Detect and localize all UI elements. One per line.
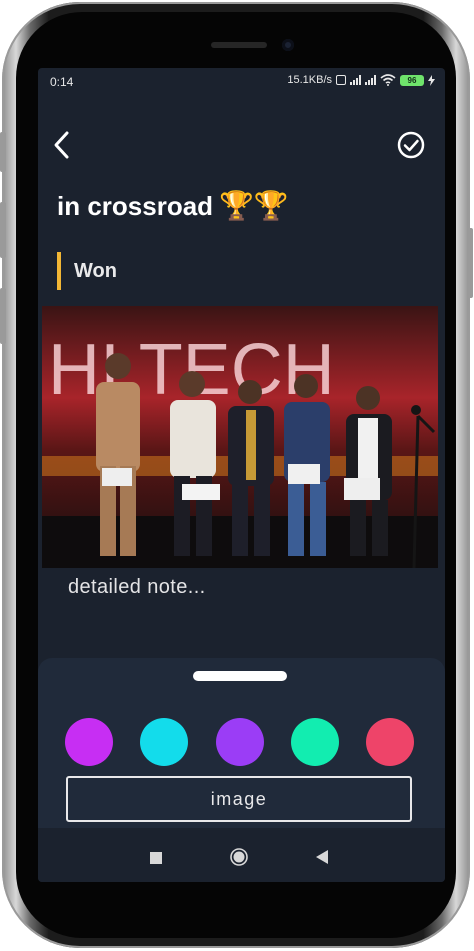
volume-up-button <box>0 132 6 172</box>
color-swatch-green[interactable] <box>291 718 339 766</box>
circle-icon <box>230 848 248 866</box>
award-ceremony-photo: HI TECH <box>42 306 438 568</box>
front-camera <box>282 39 294 51</box>
back-nav-button[interactable] <box>316 850 328 869</box>
note-status-tag[interactable]: Won <box>57 252 117 290</box>
color-swatch-magenta[interactable] <box>65 718 113 766</box>
note-title[interactable]: in crossroad 🏆🏆 <box>57 186 289 226</box>
status-label: Won <box>74 259 117 282</box>
volte-icon <box>336 75 346 85</box>
save-button[interactable] <box>397 131 425 159</box>
note-photo[interactable]: HI TECH <box>42 306 438 568</box>
check-circle-icon <box>397 131 425 159</box>
status-time: 0:14 <box>50 75 74 89</box>
system-nav-bar <box>38 828 445 882</box>
status-bar: 0:14 15.1KB/s 96 <box>38 68 445 96</box>
color-swatch-cyan[interactable] <box>140 718 188 766</box>
power-button <box>467 228 473 298</box>
signal-sim2-icon <box>365 75 376 85</box>
add-image-button[interactable]: image <box>66 776 412 822</box>
earpiece-speaker <box>211 42 267 48</box>
note-body[interactable]: detailed note... <box>68 576 206 599</box>
trophy-icon: 🏆🏆 <box>219 190 289 221</box>
note-title-text: in crossroad <box>57 190 214 221</box>
phone-frame: 0:14 15.1KB/s 96 in crossroad 🏆🏆 Won HI … <box>0 2 473 948</box>
charging-bolt-icon <box>428 74 435 86</box>
recents-button[interactable] <box>150 851 162 869</box>
volume-down-button <box>0 202 6 258</box>
app-screen: 0:14 15.1KB/s 96 in crossroad 🏆🏆 Won HI … <box>38 68 445 882</box>
back-button[interactable] <box>50 130 76 160</box>
square-icon <box>150 852 162 864</box>
home-button[interactable] <box>230 848 248 871</box>
color-swatch-red[interactable] <box>366 718 414 766</box>
options-bottom-sheet: image <box>38 658 445 848</box>
silent-switch <box>0 288 6 344</box>
color-swatch-purple[interactable] <box>216 718 264 766</box>
signal-sim1-icon <box>350 75 361 85</box>
triangle-back-icon <box>316 850 328 864</box>
status-indicators: 15.1KB/s 96 <box>287 74 435 86</box>
chevron-left-icon <box>54 131 69 159</box>
battery-indicator: 96 <box>400 74 424 86</box>
wifi-icon <box>380 74 396 86</box>
banner-text: HI TECH <box>48 330 335 410</box>
network-speed: 15.1KB/s <box>287 74 332 86</box>
sheet-drag-handle[interactable] <box>193 671 287 681</box>
